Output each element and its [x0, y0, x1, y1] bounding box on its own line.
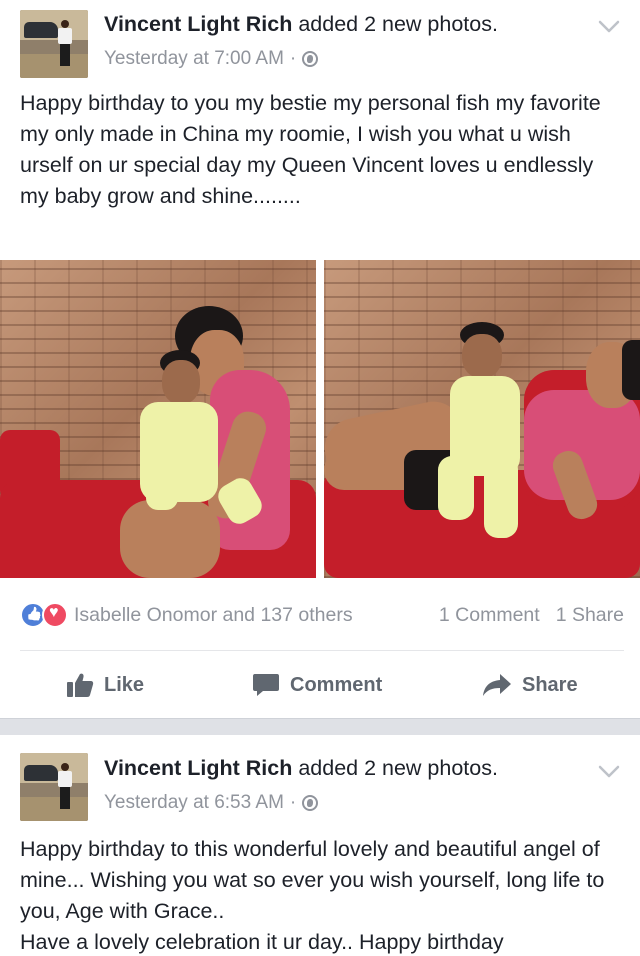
love-reaction-icon [42, 602, 68, 628]
post-header: Vincent Light Rich added 2 new photos. [104, 12, 498, 37]
like-label: Like [104, 673, 145, 696]
divider [20, 650, 624, 651]
share-button[interactable]: Share [482, 665, 578, 705]
author-avatar[interactable] [20, 10, 88, 78]
share-arrow-icon [483, 674, 511, 696]
post-body-text: Happy birthday to this wonderful lovely … [20, 837, 605, 954]
feed-post: Vincent Light Rich added 2 new photos. Y… [0, 735, 640, 956]
globe-icon [302, 51, 319, 67]
share-label: Share [522, 673, 578, 696]
post-actions: Like Comment Share [0, 665, 640, 705]
author-name-link[interactable]: Vincent Light Rich [104, 12, 292, 36]
author-avatar[interactable] [20, 753, 88, 821]
post-timestamp[interactable]: Yesterday at 7:00 AM [104, 48, 284, 70]
share-count-link[interactable]: 1 Share [556, 604, 624, 627]
post-action-text: added 2 new photos. [292, 756, 498, 780]
like-button[interactable]: Like [66, 665, 144, 705]
post-photo[interactable] [0, 260, 316, 578]
feed-post: Vincent Light Rich added 2 new photos. Y… [0, 0, 640, 718]
post-meta: Yesterday at 6:53 AM · [104, 792, 319, 814]
post-header: Vincent Light Rich added 2 new photos. [104, 756, 498, 781]
meta-separator: · [289, 792, 297, 813]
comment-icon [253, 674, 279, 696]
reaction-icons [20, 602, 68, 628]
post-timestamp[interactable]: Yesterday at 6:53 AM [104, 792, 284, 814]
feed-separator [0, 718, 640, 735]
chevron-down-icon[interactable] [598, 20, 620, 34]
author-name-link[interactable]: Vincent Light Rich [104, 756, 292, 780]
chevron-down-icon[interactable] [598, 765, 620, 779]
post-body-text: Happy birthday to you my bestie my perso… [20, 91, 601, 208]
reactors-link[interactable]: Isabelle Onomor and 137 others [74, 604, 439, 627]
thumbs-up-icon [67, 673, 94, 697]
reactions-summary: Isabelle Onomor and 137 others 1 Comment… [20, 600, 624, 630]
comment-label: Comment [290, 673, 383, 696]
post-photo[interactable] [324, 260, 640, 578]
post-meta: Yesterday at 7:00 AM · [104, 48, 319, 70]
comment-button[interactable]: Comment [252, 665, 382, 705]
meta-separator: · [289, 48, 297, 69]
post-action-text: added 2 new photos. [292, 12, 498, 36]
comment-count-link[interactable]: 1 Comment [439, 604, 540, 627]
globe-icon [302, 795, 319, 811]
